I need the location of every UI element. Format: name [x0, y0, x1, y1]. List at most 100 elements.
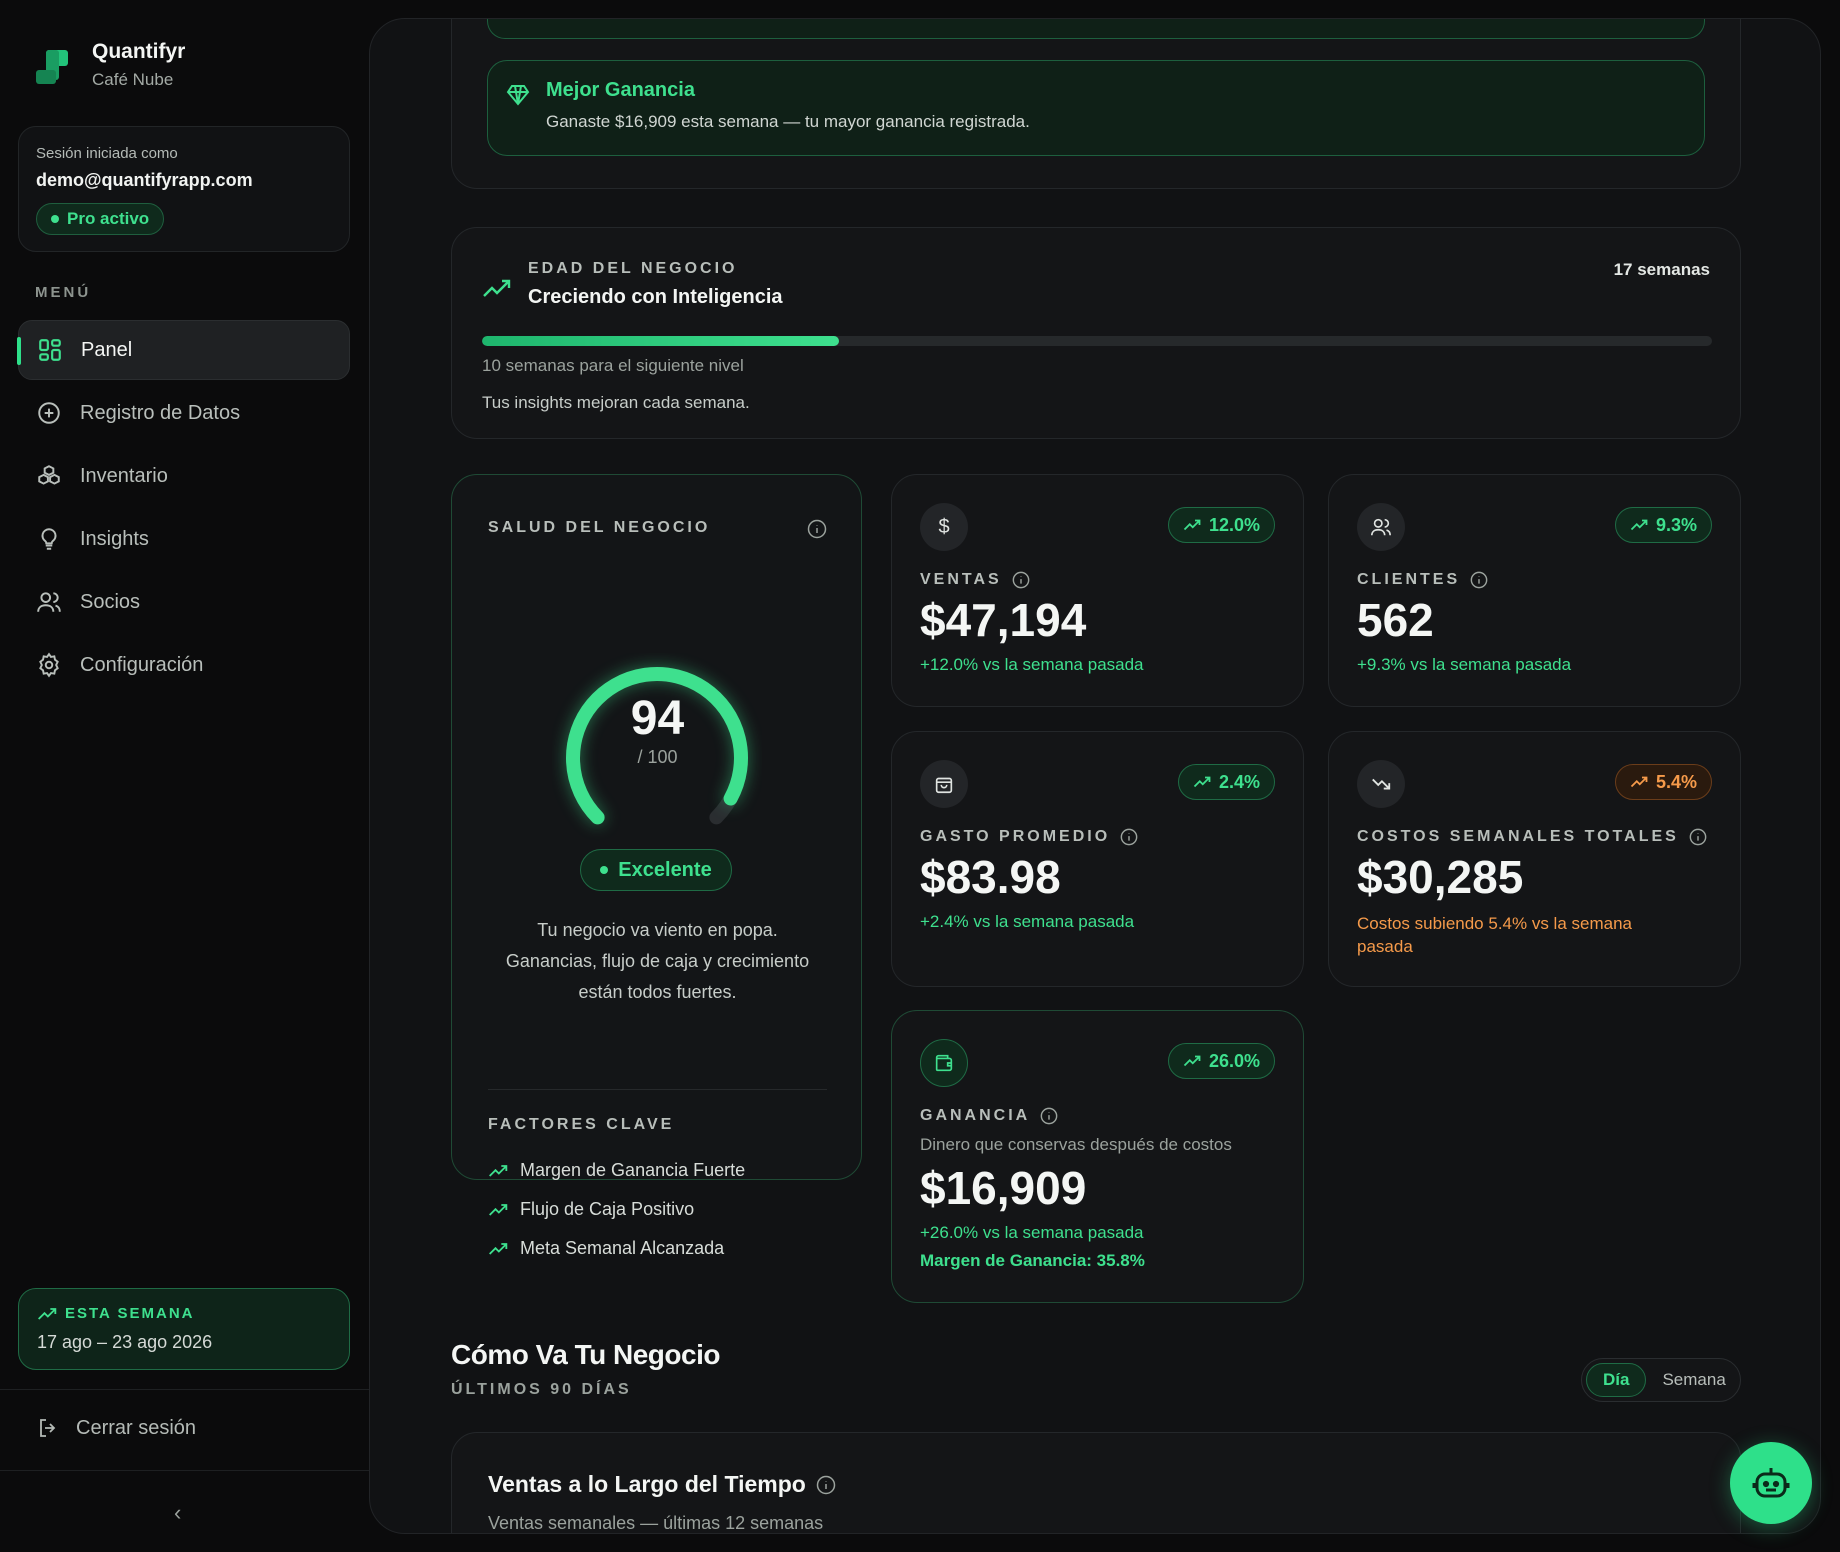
change-badge: 12.0%: [1167, 507, 1275, 543]
diamond-icon: [506, 85, 530, 106]
metric-value: 562: [1357, 594, 1434, 646]
toggle-day[interactable]: Día: [1586, 1363, 1647, 1397]
status-dot-icon: [51, 215, 59, 223]
brand-name: Quantifyr: [92, 40, 186, 63]
health-status-label: Excelente: [618, 858, 712, 881]
session-card: Sesión iniciada como demo@quantifyrapp.c…: [18, 126, 350, 252]
metric-label: COSTOS SEMANALES TOTALES: [1357, 828, 1707, 846]
change-badge: 26.0%: [1167, 1043, 1275, 1079]
metric-label-text: GASTO PROMEDIO: [920, 828, 1111, 845]
list-item: Flujo de Caja Positivo: [488, 1190, 745, 1229]
sidebar-item-configuracion[interactable]: Configuración: [18, 635, 350, 695]
divider: [488, 1089, 827, 1090]
list-item: Margen de Ganancia Fuerte: [488, 1151, 745, 1190]
main-panel: Mejor Ganancia Ganaste $16,909 esta sema…: [369, 18, 1821, 1534]
trend-up-icon: [489, 1242, 508, 1255]
sales-metric-card: $ 12.0% VENTAS $47,194 +12.0% vs la sema…: [891, 474, 1304, 707]
customers-metric-card: 9.3% CLIENTES 562 +9.3% vs la semana pas…: [1328, 474, 1741, 707]
key-factors-list: Margen de Ganancia Fuerte Flujo de Caja …: [488, 1151, 745, 1268]
sidebar-item-label: Configuración: [80, 653, 204, 676]
key-factors-label: FACTORES CLAVE: [488, 1116, 675, 1133]
info-icon[interactable]: [1689, 828, 1707, 846]
trend-up-icon: [38, 1307, 57, 1320]
business-health-card: SALUD DEL NEGOCIO 94 / 100 Excelente Tu …: [451, 474, 862, 1258]
trend-up-icon: [1630, 519, 1648, 531]
health-status-badge: Excelente: [580, 849, 732, 891]
session-label: Sesión iniciada como: [36, 145, 178, 162]
sidebar-item-label: Socios: [80, 590, 141, 613]
sidebar-item-registro[interactable]: Registro de Datos: [18, 383, 350, 443]
logout-button[interactable]: Cerrar sesión: [36, 1416, 196, 1440]
divider: [0, 1470, 369, 1471]
gear-icon: [39, 652, 59, 678]
sidebar-item-socios[interactable]: Socios: [18, 572, 350, 632]
lightbulb-icon: [41, 528, 57, 550]
users-icon: [37, 592, 61, 612]
this-week-card[interactable]: ESTA SEMANA 17 ago – 23 ago 2026: [18, 1288, 350, 1370]
info-icon[interactable]: [807, 519, 827, 539]
info-icon[interactable]: [1120, 828, 1138, 846]
brand[interactable]: Quantifyr Café Nube: [34, 40, 185, 90]
toggle-week[interactable]: Semana: [1646, 1363, 1741, 1397]
trend-up-icon: [1193, 776, 1211, 788]
trend-up-icon: [489, 1203, 508, 1216]
status-dot-icon: [600, 866, 609, 874]
info-icon[interactable]: [816, 1475, 836, 1495]
change-badge-value: 5.4%: [1655, 771, 1697, 792]
menu-title: MENÚ: [35, 284, 92, 301]
section-title: Cómo Va Tu Negocio: [451, 1339, 720, 1370]
sidebar-item-label: Panel: [81, 338, 133, 361]
best-profit-highlight: Mejor Ganancia Ganaste $16,909 esta sema…: [487, 60, 1705, 156]
next-level-text: 10 semanas para el siguiente nivel: [482, 356, 744, 375]
chart-subtitle: Ventas semanales — últimas 12 semanas: [488, 1513, 824, 1533]
chart-title: Ventas a lo Largo del Tiempo: [488, 1471, 836, 1498]
collapse-sidebar-button[interactable]: ‹: [174, 1500, 181, 1526]
insights-note: Tus insights mejoran cada semana.: [482, 393, 750, 412]
metric-comparison: +2.4% vs la semana pasada: [920, 912, 1135, 931]
change-badge-value: 12.0%: [1208, 514, 1260, 535]
metric-comparison: +26.0% vs la semana pasada: [920, 1223, 1144, 1242]
profit-description: Dinero que conservas después de costos: [920, 1135, 1232, 1154]
week-title-label: ESTA SEMANA: [65, 1305, 195, 1322]
change-badge: 9.3%: [1614, 507, 1712, 543]
avg-spend-metric-card: 2.4% GASTO PROMEDIO $83.98 +2.4% vs la s…: [891, 731, 1304, 987]
metric-label-text: GANANCIA: [920, 1107, 1031, 1124]
sidebar-item-inventario[interactable]: Inventario: [18, 446, 350, 506]
business-age-label: EDAD DEL NEGOCIO: [528, 260, 738, 277]
sidebar-item-label: Insights: [80, 527, 149, 550]
business-name: Café Nube: [92, 70, 174, 89]
quantifyr-logo-icon: [34, 46, 72, 84]
logout-label: Cerrar sesión: [76, 1416, 197, 1439]
session-email: demo@quantifyrapp.com: [36, 170, 253, 190]
metric-label-text: COSTOS SEMANALES TOTALES: [1357, 828, 1679, 845]
factor-label: Flujo de Caja Positivo: [520, 1199, 695, 1219]
trend-up-icon: [483, 279, 511, 297]
metric-value: $47,194: [920, 594, 1087, 646]
info-icon[interactable]: [1040, 1107, 1058, 1125]
factor-label: Meta Semanal Alcanzada: [520, 1238, 725, 1258]
level-progress-fill: [482, 336, 839, 346]
info-icon[interactable]: [1470, 571, 1488, 589]
change-badge-value: 9.3%: [1655, 514, 1697, 535]
period-toggle: Día Semana: [1581, 1358, 1741, 1402]
sidebar-item-insights[interactable]: Insights: [18, 509, 350, 569]
assistant-bot-button[interactable]: [1730, 1442, 1812, 1524]
info-icon[interactable]: [1012, 571, 1030, 589]
change-badge: 2.4%: [1177, 764, 1275, 800]
metric-label: CLIENTES: [1357, 571, 1488, 589]
robot-icon: [1752, 1468, 1790, 1498]
level-progress-bar: [482, 336, 1712, 346]
change-badge: 5.4%: [1614, 764, 1712, 800]
metric-value: $83.98: [920, 851, 1061, 903]
business-age-title: Creciendo con Inteligencia: [528, 286, 783, 308]
sidebar-item-panel[interactable]: Panel: [17, 320, 350, 380]
plan-badge: Pro activo: [36, 203, 165, 235]
change-badge-value: 2.4%: [1218, 771, 1260, 792]
business-age-weeks: 17 semanas: [1613, 260, 1710, 279]
health-score: 94: [630, 692, 685, 745]
best-profit-text: Ganaste $16,909 esta semana — tu mayor g…: [546, 112, 1030, 131]
trend-down-icon: [1357, 760, 1405, 808]
sidebar: Quantifyr Café Nube Sesión iniciada como…: [0, 0, 369, 1552]
highlight-item: [487, 19, 1705, 39]
trend-up-icon: [1183, 1055, 1201, 1067]
